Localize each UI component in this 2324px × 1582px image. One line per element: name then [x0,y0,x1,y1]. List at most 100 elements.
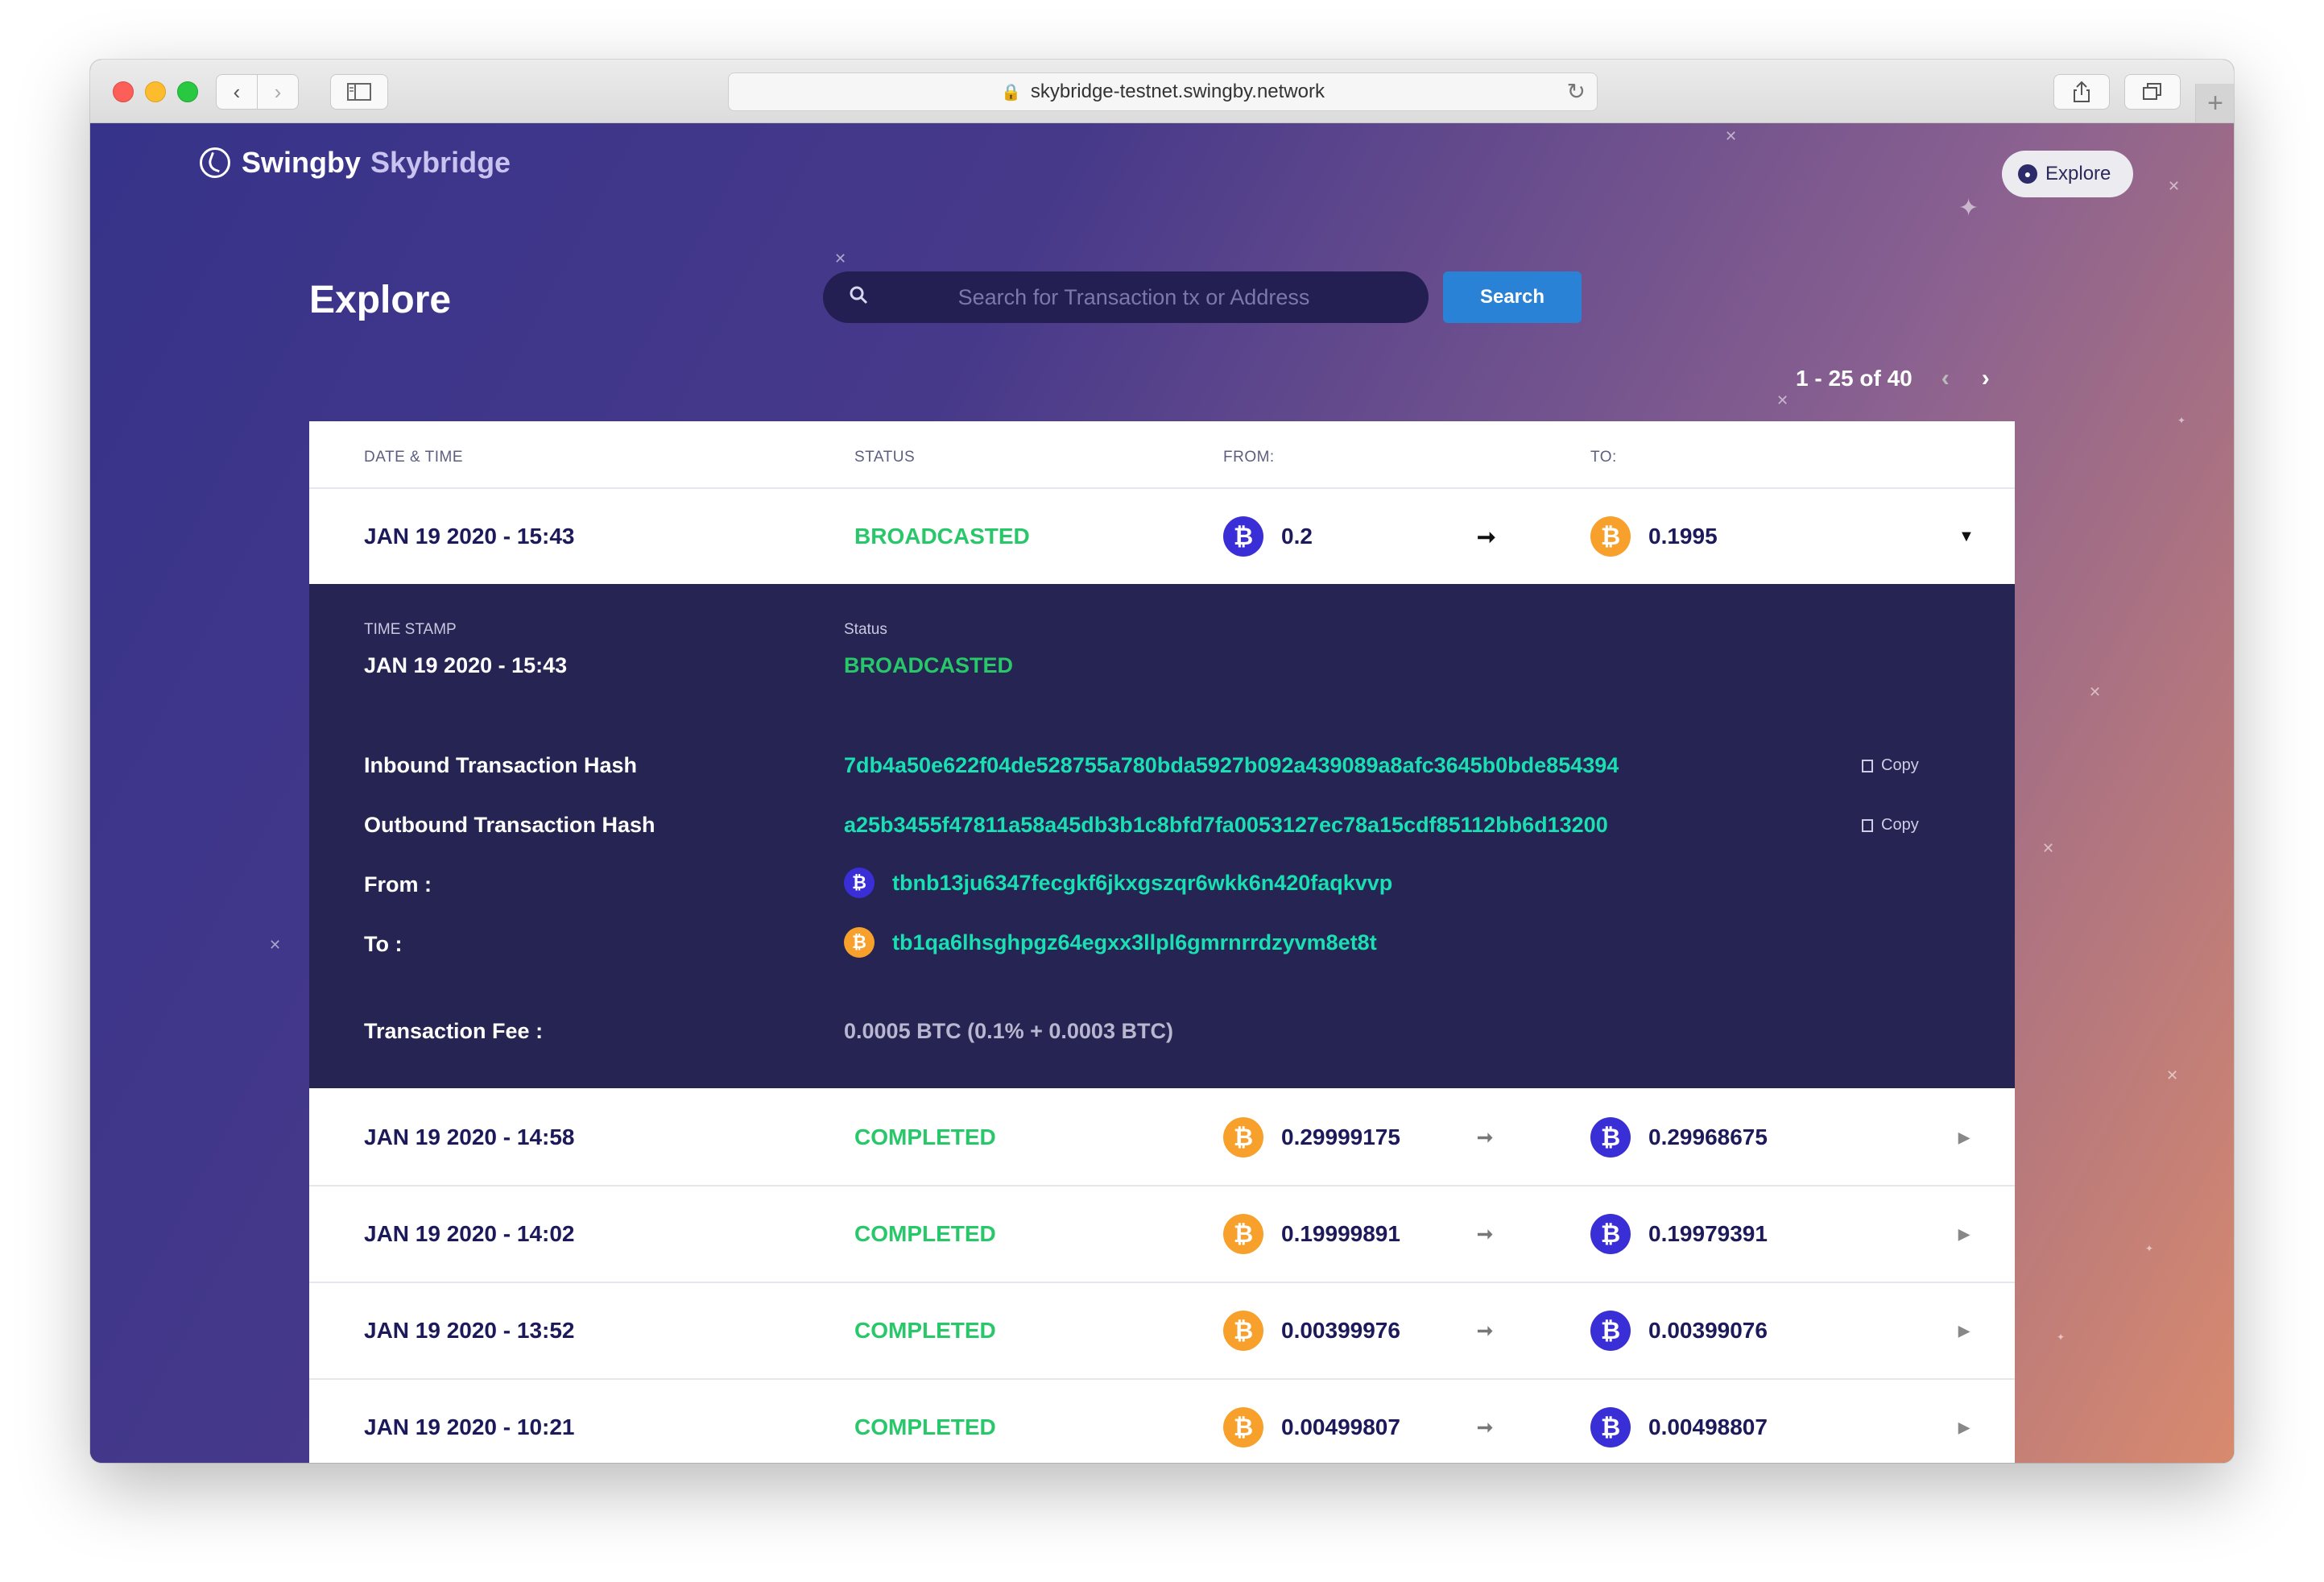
table-row[interactable]: JAN 19 2020 - 10:21 COMPLETED ₿ 0.004998… [309,1380,2015,1463]
row-status: COMPLETED [854,1414,996,1439]
table-row[interactable]: JAN 19 2020 - 13:52 COMPLETED ₿ 0.003999… [309,1283,2015,1380]
zoom-window-button[interactable] [177,81,198,102]
chevron-left-icon[interactable]: ‹ [1941,365,1950,392]
pagination-range: 1 - 25 of 40 [1796,366,1913,391]
row-from-amount: 0.29999175 [1281,1124,1400,1149]
caret-right-icon[interactable]: ▶ [1958,1090,1970,1185]
row-from: ₿ 0.2 [1223,489,1313,584]
table-row[interactable]: JAN 19 2020 - 14:58 COMPLETED ₿ 0.299991… [309,1090,2015,1186]
copy-label: Copy [1881,756,1919,774]
brand-secondary: Skybridge [370,146,511,179]
chevron-right-icon: › [274,79,282,104]
caret-right-icon[interactable]: ▶ [1958,1283,1970,1378]
fee-label: Transaction Fee : [364,1019,544,1043]
copy-label: Copy [1881,816,1919,834]
explore-icon: ● [2018,164,2037,184]
sidebar-toggle-button[interactable] [330,74,388,110]
explore-nav-label: Explore [2045,163,2111,184]
row-to-amount: 0.00498807 [1648,1414,1768,1439]
timestamp-value: JAN 19 2020 - 15:43 [364,653,568,677]
from-address-value: tbnb13ju6347fecgkf6jkxgszqr6wkk6n420faqk… [892,870,1393,895]
copy-icon [1862,818,1873,832]
row-from-amount: 0.00499807 [1281,1414,1400,1439]
caret-right-icon[interactable]: ▶ [1958,1186,1970,1282]
inbound-hash-link[interactable]: 7db4a50e622f04de528755a780bda5927b092a43… [844,753,1619,778]
row-date: JAN 19 2020 - 13:52 [364,1318,575,1343]
to-address-label: To : [364,932,403,956]
bitcoin-icon: ₿ [1590,516,1631,557]
row-date: JAN 19 2020 - 14:02 [364,1221,575,1246]
bitcoin-icon: ₿ [844,868,875,898]
timestamp-label: TIME STAMP [364,621,457,638]
new-tab-button[interactable]: + [2195,84,2234,122]
column-header-date: DATE & TIME [364,449,464,466]
status-label: Status [844,621,887,638]
row-to: ₿ 0.19979391 [1590,1186,1768,1282]
copy-inbound-button[interactable]: Copy [1862,756,1919,775]
page-content: ✕ ✦ ✕ ✕ ✕ ✦ ✕ ✕ ✕ ✦ ✕ ✦ Swingby Skybridg… [90,123,2234,1463]
back-button[interactable]: ‹ [216,74,258,110]
column-header-status: STATUS [854,449,916,466]
brand-logo[interactable]: Swingby Skybridge [200,146,511,180]
copy-outbound-button[interactable]: Copy [1862,816,1919,834]
star-decoration: ✕ [2042,840,2055,856]
outbound-hash-label: Outbound Transaction Hash [364,813,655,837]
row-from-amount: 0.00399976 [1281,1318,1400,1343]
inbound-hash-label: Inbound Transaction Hash [364,753,638,777]
page-title: Explore [309,279,452,321]
arrow-right-icon: ➞ [1477,1223,1494,1245]
row-to-amount: 0.00399076 [1648,1318,1768,1343]
chevron-right-icon[interactable]: › [1982,365,1990,392]
from-address-label: From : [364,872,432,897]
caret-down-icon[interactable]: ▼ [1958,489,1975,584]
from-address-link[interactable]: ₿ tbnb13ju6347fecgkf6jkxgszqr6wkk6n420fa… [844,868,1392,898]
bitcoin-icon: ₿ [1223,1407,1263,1447]
fee-value: 0.0005 BTC (0.1% + 0.0003 BTC) [844,1019,1173,1043]
column-header-to: TO: [1590,449,1617,466]
minimize-window-button[interactable] [145,81,166,102]
arrow-right-icon: ➞ [1477,1126,1494,1149]
to-address-value: tb1qa6lhsghpgz64egxx3llpl6gmrnrrdzyvm8et… [892,930,1377,955]
star-decoration: ✕ [2168,178,2181,194]
address-bar[interactable]: 🔒 skybridge-testnet.swingby.network ↻ [728,72,1598,111]
row-from: ₿ 0.29999175 [1223,1090,1400,1185]
row-status: BROADCASTED [854,524,1030,549]
row-date: JAN 19 2020 - 14:58 [364,1124,575,1149]
address-url: skybridge-testnet.swingby.network [1030,81,1325,102]
bitcoin-icon: ₿ [1590,1117,1631,1158]
arrow-right-icon: ➞ [1477,1416,1494,1439]
search-icon [849,285,871,310]
reload-icon[interactable]: ↻ [1567,78,1586,105]
table-row-expanded[interactable]: JAN 19 2020 - 15:43 BROADCASTED ₿ 0.2 ➞ … [309,489,2015,586]
bitcoin-icon: ₿ [1223,1311,1263,1351]
search-bar [823,271,1429,323]
bitcoin-icon: ₿ [1590,1311,1631,1351]
bitcoin-icon: ₿ [1223,1117,1263,1158]
sidebar-icon [347,83,371,101]
row-from: ₿ 0.19999891 [1223,1186,1400,1282]
share-button[interactable] [2053,74,2110,110]
caret-right-icon[interactable]: ▶ [1958,1380,1970,1463]
tabs-overview-button[interactable] [2124,74,2181,110]
brand-primary: Swingby [242,146,362,179]
search-button[interactable]: Search [1443,271,1582,323]
copy-icon [1862,759,1873,772]
row-date: JAN 19 2020 - 10:21 [364,1414,575,1439]
row-status: COMPLETED [854,1124,996,1149]
to-address-link[interactable]: ₿ tb1qa6lhsghpgz64egxx3llpl6gmrnrrdzyvm8… [844,927,1377,958]
forward-button[interactable]: › [257,74,299,110]
star-decoration: ✕ [2166,1067,2179,1083]
star-decoration: ✦ [2145,1243,2154,1254]
search-input[interactable] [871,284,1396,311]
star-decoration: ✕ [834,251,847,267]
explore-nav-button[interactable]: ● Explore [2002,151,2134,197]
row-date: JAN 19 2020 - 15:43 [364,524,575,549]
close-window-button[interactable] [113,81,134,102]
outbound-hash-link[interactable]: a25b3455f47811a58a45db3b1c8bfd7fa0053127… [844,813,1608,838]
table-header: DATE & TIME STATUS FROM: TO: [309,421,2015,489]
bitcoin-icon: ₿ [1223,1214,1263,1254]
star-decoration: ✦ [2177,415,2186,426]
table-row[interactable]: JAN 19 2020 - 14:02 COMPLETED ₿ 0.199998… [309,1186,2015,1283]
status-value: BROADCASTED [844,653,1014,677]
row-to: ₿ 0.1995 [1590,489,1718,584]
